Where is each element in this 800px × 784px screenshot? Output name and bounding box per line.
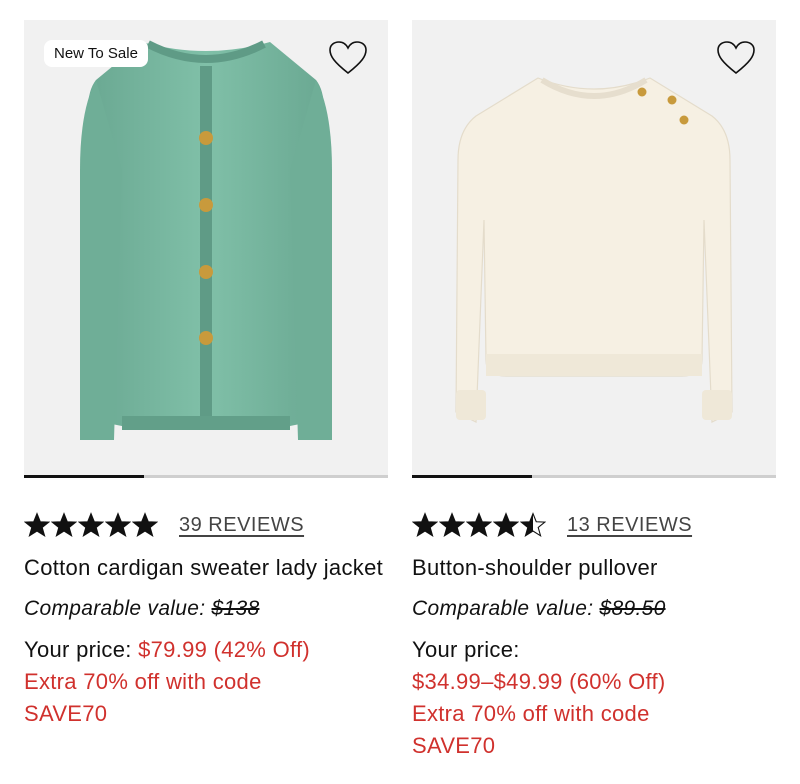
star-icon <box>51 512 77 538</box>
promo-line: Extra 70% off with code <box>412 701 650 726</box>
star-rating <box>412 512 547 538</box>
promo-line: Extra 70% off with code <box>24 669 262 694</box>
cardigan-image <box>80 40 332 440</box>
progress-fill <box>412 475 533 478</box>
image-carousel-progress <box>24 475 388 478</box>
reviews-link[interactable]: 13 REVIEWS <box>567 514 692 537</box>
product-image[interactable] <box>412 20 776 475</box>
sale-price: $34.99–$49.99 (60% Off) <box>412 669 666 694</box>
heart-icon[interactable] <box>328 40 368 76</box>
promo-code: SAVE70 <box>24 701 108 726</box>
your-price-label: Your price: <box>412 637 520 662</box>
comparable-value: Comparable value: $138 <box>24 594 388 624</box>
product-image[interactable]: New To Sale <box>24 20 388 475</box>
rating-row: 39 REVIEWS <box>24 510 388 540</box>
star-icon <box>493 512 519 538</box>
star-icon <box>132 512 158 538</box>
your-price-label-line: Your price: <box>412 634 776 666</box>
sale-price: $79.99 (42% Off) <box>138 637 311 662</box>
promo-code: SAVE70 <box>412 733 496 758</box>
pullover-image <box>455 77 733 423</box>
star-icon <box>439 512 465 538</box>
star-icon <box>412 512 438 538</box>
star-icon <box>466 512 492 538</box>
reviews-link[interactable]: 39 REVIEWS <box>179 514 304 537</box>
promo-text: Extra 70% off with code SAVE70 <box>24 666 388 730</box>
progress-fill <box>24 475 145 478</box>
your-price-label: Your price: <box>24 637 132 662</box>
product-card-cardigan[interactable]: New To Sale 39 REVIEWS Cotton cardigan s… <box>24 20 388 730</box>
star-icon <box>105 512 131 538</box>
comparable-price: $138 <box>211 597 260 620</box>
product-card-pullover[interactable]: 13 REVIEWS Button-shoulder pullover Comp… <box>412 20 776 762</box>
comparable-value: Comparable value: $89.50 <box>412 594 776 624</box>
promo-text: Extra 70% off with code SAVE70 <box>412 698 776 762</box>
star-icon <box>78 512 104 538</box>
new-to-sale-badge: New To Sale <box>44 40 148 67</box>
star-rating <box>24 512 159 538</box>
star-icon <box>24 512 50 538</box>
star-icon <box>520 512 546 538</box>
product-name[interactable]: Button-shoulder pullover <box>412 552 776 584</box>
your-price: Your price: $79.99 (42% Off) <box>24 634 388 666</box>
rating-row: 13 REVIEWS <box>412 510 776 540</box>
comparable-price: $89.50 <box>599 597 666 620</box>
comparable-label: Comparable value: <box>24 597 206 620</box>
image-carousel-progress <box>412 475 776 478</box>
comparable-label: Comparable value: <box>412 597 594 620</box>
product-name[interactable]: Cotton cardigan sweater lady jacket <box>24 552 388 584</box>
heart-icon[interactable] <box>716 40 756 76</box>
